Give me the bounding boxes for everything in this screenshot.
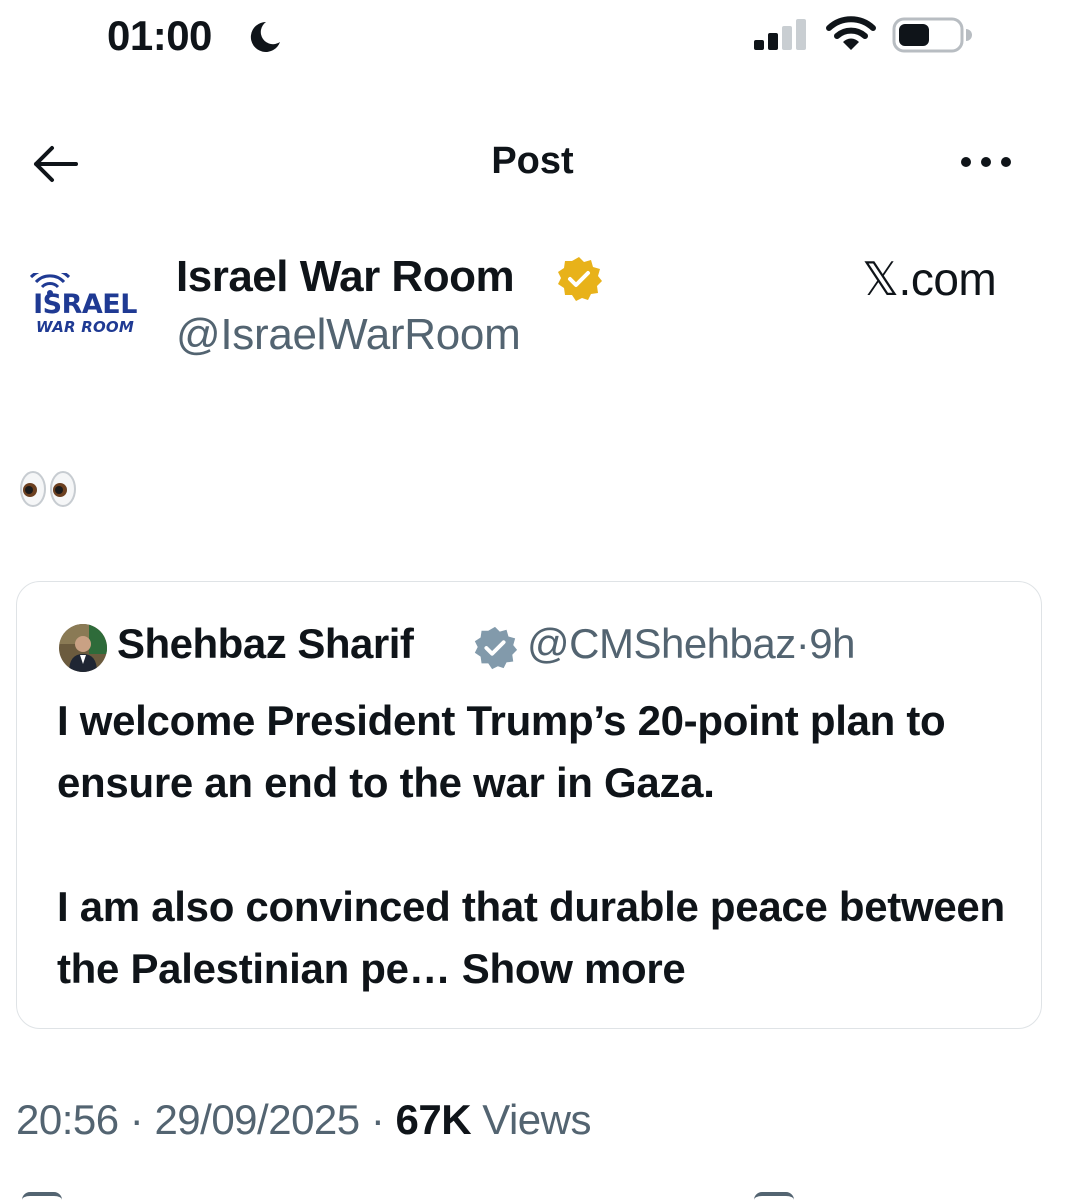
avatar-logo-subtext: WAR ROOM — [36, 318, 134, 336]
quote-author-name: Shehbaz Sharif — [117, 620, 414, 667]
reply-icon-partial[interactable] — [22, 1192, 62, 1200]
verified-badge-icon — [558, 257, 602, 301]
status-time: 01:00 — [107, 12, 212, 59]
quote-author-meta: @CMShehbaz·9h — [527, 620, 855, 667]
quote-text-block: I welcome President Trump’s 20-point pla… — [57, 690, 1017, 1000]
more-options-icon[interactable] — [958, 152, 1014, 172]
quote-author-avatar[interactable] — [59, 624, 107, 672]
quoted-post-card[interactable]: Shehbaz Sharif @CMShehbaz·9h I welcome P… — [16, 581, 1042, 1029]
author-avatar[interactable]: ISRAEL WAR ROOM — [20, 254, 150, 354]
author-handle[interactable]: @IsraelWarRoom — [176, 310, 521, 360]
quote-time-ago: 9h — [809, 620, 855, 667]
views-label[interactable]: Views — [482, 1096, 591, 1143]
status-bar: 01:00 — [0, 0, 1065, 80]
moon-icon — [250, 21, 280, 52]
post-date: 29/09/2025 — [154, 1096, 360, 1143]
post-author-row: ISRAEL WAR ROOM Israel War Room @IsraelW… — [0, 240, 1065, 370]
post-time: 20:56 — [16, 1096, 119, 1143]
quote-verified-badge-icon — [474, 626, 518, 670]
cellular-signal-icon — [754, 19, 806, 50]
bookmark-icon-partial[interactable] — [754, 1192, 794, 1200]
battery-icon — [892, 17, 972, 53]
wifi-icon — [826, 16, 876, 50]
avatar-logo-text: ISRAEL — [33, 289, 137, 320]
back-arrow-icon[interactable] — [30, 142, 80, 186]
nav-bar: Post — [0, 130, 1065, 200]
author-name[interactable]: Israel War Room — [176, 252, 515, 302]
quote-author-handle: @CMShehbaz — [527, 620, 796, 667]
page-title: Post — [491, 140, 574, 182]
show-more-link[interactable]: Show more — [462, 945, 686, 992]
eyes-emoji-icon — [20, 471, 76, 507]
source-label: 𝕏.com — [862, 253, 997, 305]
views-count: 67K — [395, 1096, 472, 1143]
post-meta-row: 20:56 · 29/09/2025 · 67K Views — [16, 1096, 591, 1143]
